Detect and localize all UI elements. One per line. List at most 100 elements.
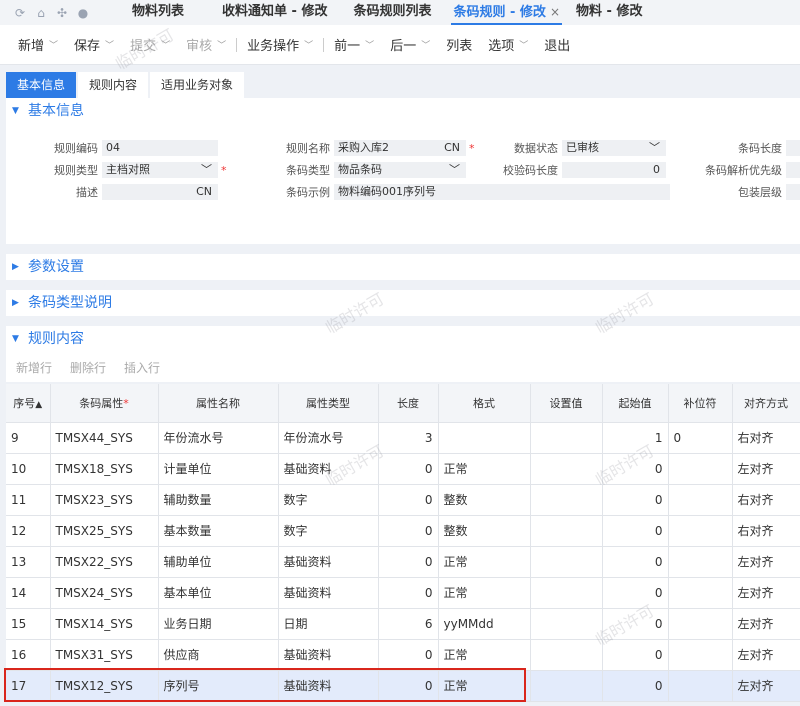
table-cell[interactable]: TMSX12_SYS	[50, 670, 159, 702]
table-cell[interactable]	[668, 484, 733, 516]
insert-row-button[interactable]: 插入行	[124, 359, 160, 376]
table-row[interactable]: 12 TMSX25_SYS 基本数量 数字 0 整数 0 右对齐	[6, 515, 800, 547]
apps-icon[interactable]: ✣	[56, 7, 68, 19]
table-cell[interactable]: 15	[6, 608, 51, 640]
table-cell[interactable]	[530, 639, 603, 671]
table-row[interactable]: 10 TMSX18_SYS 计量单位 基础资料 0 正常 0 左对齐	[6, 453, 800, 485]
table-cell[interactable]: 6	[378, 608, 439, 640]
table-row[interactable]: 13 TMSX22_SYS 辅助单位 基础资料 0 正常 0 左对齐	[6, 546, 800, 578]
table-cell[interactable]	[668, 577, 733, 609]
table-cell[interactable]: 左对齐	[732, 639, 800, 671]
table-cell[interactable]: 基础资料	[278, 639, 379, 671]
delete-row-button[interactable]: 删除行	[70, 359, 106, 376]
table-cell[interactable]: 计量单位	[158, 453, 279, 485]
table-cell[interactable]: 基本数量	[158, 515, 279, 547]
table-cell[interactable]: 左对齐	[732, 453, 800, 485]
table-cell[interactable]: 数字	[278, 484, 379, 516]
table-cell[interactable]: 右对齐	[732, 422, 800, 454]
table-cell[interactable]	[530, 484, 603, 516]
table-cell[interactable]: 3	[378, 422, 439, 454]
next-button[interactable]: 后一 ﹀	[382, 35, 438, 54]
col-header-align[interactable]: 对齐方式	[732, 384, 800, 423]
table-cell[interactable]: 17	[6, 670, 51, 702]
table-cell[interactable]	[530, 422, 603, 454]
new-button[interactable]: 新增 ﹀	[10, 35, 66, 54]
table-row[interactable]: 14 TMSX24_SYS 基本单位 基础资料 0 正常 0 左对齐	[6, 577, 800, 609]
prev-button[interactable]: 前一 ﹀	[326, 35, 382, 54]
tab-business-objects[interactable]: 适用业务对象	[150, 72, 245, 98]
col-header-start-value[interactable]: 起始值	[602, 384, 669, 423]
table-cell[interactable]: 序列号	[158, 670, 279, 702]
table-cell[interactable]: TMSX22_SYS	[50, 546, 159, 578]
table-cell[interactable]: 0	[378, 484, 439, 516]
col-header-attr[interactable]: 条码属性*	[50, 384, 159, 423]
tab-receipt-notice[interactable]: 收料通知单 - 修改	[214, 0, 335, 25]
barcode-type-select[interactable]: 物品条码 ﹀	[334, 162, 466, 178]
table-cell[interactable]: TMSX31_SYS	[50, 639, 159, 671]
table-cell[interactable]: 0	[602, 484, 669, 516]
table-cell[interactable]: 辅助单位	[158, 546, 279, 578]
col-header-attr-name[interactable]: 属性名称	[158, 384, 279, 423]
table-cell[interactable]: 辅助数量	[158, 484, 279, 516]
table-cell[interactable]: 基础资料	[278, 546, 379, 578]
table-cell[interactable]: 正常	[438, 453, 531, 485]
table-cell[interactable]: 基础资料	[278, 577, 379, 609]
home-icon[interactable]: ⌂	[35, 7, 47, 19]
col-header-seq[interactable]: 序号▲	[6, 384, 51, 423]
table-row[interactable]: 15 TMSX14_SYS 业务日期 日期 6 yyMMdd 0 左对齐	[6, 608, 800, 640]
table-cell[interactable]: TMSX23_SYS	[50, 484, 159, 516]
tab-barcode-rule-edit[interactable]: 条码规则 - 修改 ×	[445, 0, 568, 25]
exit-button[interactable]: 退出	[536, 35, 578, 54]
table-cell[interactable]: 0	[668, 422, 733, 454]
table-cell[interactable]: 10	[6, 453, 51, 485]
table-cell[interactable]: 0	[602, 639, 669, 671]
table-cell[interactable]: 0	[378, 639, 439, 671]
table-cell[interactable]: 9	[6, 422, 51, 454]
message-icon[interactable]: ●	[77, 7, 89, 19]
col-header-pad-char[interactable]: 补位符	[668, 384, 733, 423]
table-cell[interactable]: 1	[602, 422, 669, 454]
table-row[interactable]: 9 TMSX44_SYS 年份流水号 年份流水号 3 1 0 右对齐	[6, 422, 800, 454]
table-cell[interactable]: 0	[602, 546, 669, 578]
table-cell[interactable]	[530, 608, 603, 640]
table-cell[interactable]: 供应商	[158, 639, 279, 671]
table-cell[interactable]: 0	[378, 546, 439, 578]
table-cell[interactable]: 正常	[438, 639, 531, 671]
table-cell[interactable]: 正常	[438, 577, 531, 609]
table-cell[interactable]: 0	[602, 608, 669, 640]
table-cell[interactable]: 整数	[438, 515, 531, 547]
table-cell[interactable]: yyMMdd	[438, 608, 531, 640]
table-cell[interactable]: 0	[602, 453, 669, 485]
table-cell[interactable]: 数字	[278, 515, 379, 547]
table-cell[interactable]: 12	[6, 515, 51, 547]
table-cell[interactable]: 右对齐	[732, 515, 800, 547]
submit-button[interactable]: 提交 ﹀	[122, 35, 178, 54]
list-button[interactable]: 列表	[438, 35, 480, 54]
tab-barcode-rule-list[interactable]: 条码规则列表	[345, 0, 439, 25]
audit-button[interactable]: 审核 ﹀	[178, 35, 234, 54]
table-row[interactable]: 16 TMSX31_SYS 供应商 基础资料 0 正常 0 左对齐	[6, 639, 800, 671]
table-cell[interactable]: 13	[6, 546, 51, 578]
table-cell[interactable]	[668, 639, 733, 671]
table-cell[interactable]: TMSX24_SYS	[50, 577, 159, 609]
basic-info-header[interactable]: ▼ 基本信息	[6, 98, 800, 124]
table-cell[interactable]: 基础资料	[278, 453, 379, 485]
rule-name-field[interactable]: 采购入库2 CN	[334, 140, 466, 156]
table-cell[interactable]	[438, 422, 531, 454]
tab-material-edit[interactable]: 物料 - 修改	[568, 0, 650, 25]
barcode-type-desc-header[interactable]: ▶ 条码类型说明	[6, 290, 800, 316]
table-cell[interactable]: 业务日期	[158, 608, 279, 640]
table-cell[interactable]: 右对齐	[732, 484, 800, 516]
params-header[interactable]: ▶ 参数设置	[6, 254, 800, 280]
table-cell[interactable]	[530, 546, 603, 578]
table-cell[interactable]: 左对齐	[732, 577, 800, 609]
rule-code-field[interactable]: 04	[102, 140, 218, 156]
table-cell[interactable]: 0	[378, 577, 439, 609]
table-cell[interactable]: 左对齐	[732, 546, 800, 578]
tab-rule-content[interactable]: 规则内容	[78, 72, 149, 98]
table-cell[interactable]: 日期	[278, 608, 379, 640]
table-cell[interactable]: 16	[6, 639, 51, 671]
check-length-field[interactable]: 0	[562, 162, 666, 178]
table-cell[interactable]: 年份流水号	[278, 422, 379, 454]
pack-level-field[interactable]	[786, 184, 800, 200]
